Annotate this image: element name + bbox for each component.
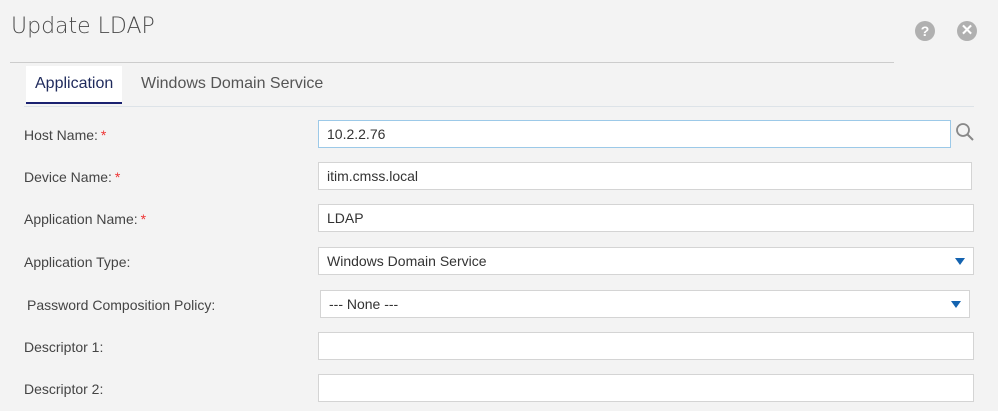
selected-value: --- None --- xyxy=(329,296,399,312)
device-name-label: Device Name: * xyxy=(24,169,120,185)
divider xyxy=(10,62,894,63)
application-name-label: Application Name: * xyxy=(24,211,146,227)
password-policy-select[interactable]: --- None --- xyxy=(320,290,970,318)
dropdown-arrow-icon xyxy=(951,301,961,308)
host-name-label: Host Name: * xyxy=(24,127,106,143)
password-policy-label: Password Composition Policy: xyxy=(27,297,216,313)
label-text: Application Name: xyxy=(24,211,138,227)
required-marker: * xyxy=(114,169,121,185)
tab-application[interactable]: Application xyxy=(26,66,123,104)
close-icon[interactable]: ✕ xyxy=(957,21,977,41)
selected-value: Windows Domain Service xyxy=(327,253,487,269)
label-text: Device Name: xyxy=(24,169,112,185)
dropdown-arrow-icon xyxy=(955,258,965,265)
tab-divider xyxy=(24,106,974,107)
device-name-input[interactable]: itim.cmss.local xyxy=(318,162,972,190)
dialog-title: Update LDAP xyxy=(11,14,155,39)
help-icon[interactable]: ? xyxy=(915,21,935,41)
required-marker: * xyxy=(100,127,107,143)
application-name-input[interactable]: LDAP xyxy=(318,204,974,232)
label-text: Host Name: xyxy=(24,127,98,143)
descriptor-1-input[interactable] xyxy=(318,332,974,360)
host-name-input[interactable]: 10.2.2.76 xyxy=(318,120,951,148)
search-icon[interactable] xyxy=(955,122,975,142)
application-type-label: Application Type: xyxy=(24,254,131,270)
descriptor-2-label: Descriptor 2: xyxy=(24,381,104,397)
tab-windows-domain-service[interactable]: Windows Domain Service xyxy=(132,66,332,104)
application-type-select[interactable]: Windows Domain Service xyxy=(318,247,974,275)
descriptor-1-label: Descriptor 1: xyxy=(24,339,104,355)
descriptor-2-input[interactable] xyxy=(318,374,974,402)
required-marker: * xyxy=(140,211,147,227)
